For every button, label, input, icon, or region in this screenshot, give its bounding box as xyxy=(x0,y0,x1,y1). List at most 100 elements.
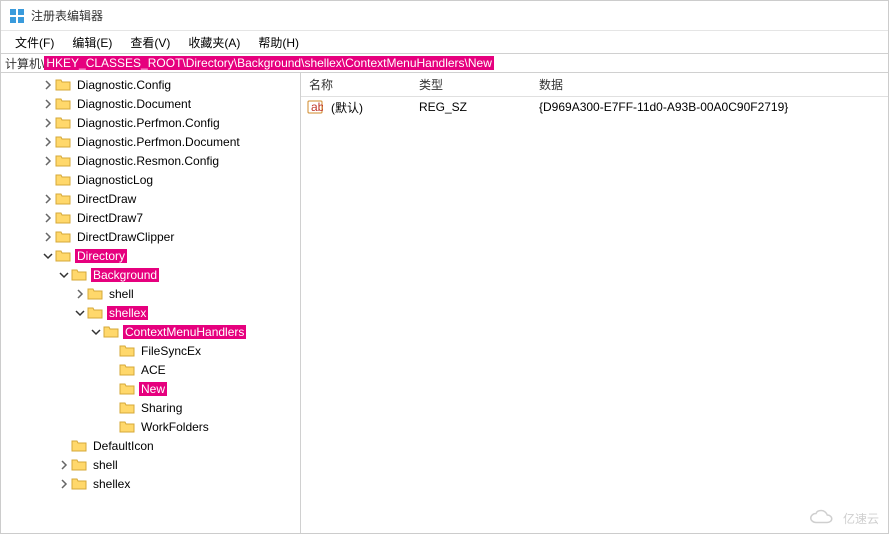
folder-icon xyxy=(55,115,71,131)
tree-node[interactable]: ContextMenuHandlers xyxy=(1,322,300,341)
tree-node-label: Diagnostic.Config xyxy=(75,78,173,92)
folder-icon xyxy=(55,172,71,188)
values-header: 名称 类型 数据 xyxy=(301,73,888,97)
tree-node-label: Diagnostic.Perfmon.Config xyxy=(75,116,222,130)
folder-icon xyxy=(103,324,119,340)
column-name[interactable]: 名称 xyxy=(301,76,411,93)
tree-node-label: shellex xyxy=(107,306,148,320)
tree-node[interactable]: ACE xyxy=(1,360,300,379)
column-type[interactable]: 类型 xyxy=(411,76,531,93)
tree-node-label: Diagnostic.Document xyxy=(75,97,193,111)
chevron-down-icon[interactable] xyxy=(41,251,55,261)
tree-node-label: shell xyxy=(107,287,136,301)
tree-node[interactable]: Background xyxy=(1,265,300,284)
menu-file[interactable]: 文件(F) xyxy=(7,32,62,53)
tree-node[interactable]: shellex xyxy=(1,303,300,322)
menu-favorites[interactable]: 收藏夹(A) xyxy=(180,32,248,53)
tree-node-label: shell xyxy=(91,458,120,472)
chevron-right-icon[interactable] xyxy=(41,213,55,223)
menubar: 文件(F) 编辑(E) 查看(V) 收藏夹(A) 帮助(H) xyxy=(1,31,888,53)
menu-view[interactable]: 查看(V) xyxy=(122,32,178,53)
tree-node[interactable]: Diagnostic.Resmon.Config xyxy=(1,151,300,170)
tree-node-label: WorkFolders xyxy=(139,420,211,434)
tree-node-label: shellex xyxy=(91,477,132,491)
window-title: 注册表编辑器 xyxy=(31,7,103,24)
tree-node[interactable]: Diagnostic.Config xyxy=(1,75,300,94)
folder-icon xyxy=(55,134,71,150)
folder-icon xyxy=(55,210,71,226)
tree-pane[interactable]: Diagnostic.Config Diagnostic.Document Diag… xyxy=(1,73,301,533)
chevron-down-icon[interactable] xyxy=(57,270,71,280)
chevron-right-icon[interactable] xyxy=(57,460,71,470)
chevron-right-icon[interactable] xyxy=(41,118,55,128)
values-body: ab (默认) REG_SZ {D969A300-E7FF-11d0-A93B-… xyxy=(301,97,888,533)
tree-node[interactable]: DiagnosticLog xyxy=(1,170,300,189)
folder-icon xyxy=(55,153,71,169)
value-name: (默认) xyxy=(323,99,411,116)
tree-node[interactable]: DefaultIcon xyxy=(1,436,300,455)
folder-icon xyxy=(71,267,87,283)
tree-node[interactable]: WorkFolders xyxy=(1,417,300,436)
folder-icon xyxy=(119,400,135,416)
tree-node-label: DirectDraw7 xyxy=(75,211,145,225)
folder-icon xyxy=(119,381,135,397)
tree-node[interactable]: New xyxy=(1,379,300,398)
tree-node[interactable]: shell xyxy=(1,284,300,303)
watermark-text: 亿速云 xyxy=(843,510,879,527)
folder-icon xyxy=(55,77,71,93)
chevron-right-icon[interactable] xyxy=(41,156,55,166)
menu-help[interactable]: 帮助(H) xyxy=(250,32,307,53)
registry-editor-window: 注册表编辑器 文件(F) 编辑(E) 查看(V) 收藏夹(A) 帮助(H) 计算… xyxy=(0,0,889,534)
cloud-icon xyxy=(807,508,837,528)
addressbar[interactable]: 计算机\ HKEY_CLASSES_ROOT\Directory\Backgro… xyxy=(1,53,888,73)
tree-node[interactable]: Diagnostic.Document xyxy=(1,94,300,113)
chevron-right-icon[interactable] xyxy=(57,479,71,489)
tree-node[interactable]: Sharing xyxy=(1,398,300,417)
folder-icon xyxy=(71,457,87,473)
tree-node-label: ACE xyxy=(139,363,168,377)
chevron-right-icon[interactable] xyxy=(41,194,55,204)
folder-icon xyxy=(87,305,103,321)
tree-node-label: DirectDraw xyxy=(75,192,138,206)
chevron-right-icon[interactable] xyxy=(73,289,87,299)
folder-icon xyxy=(119,419,135,435)
chevron-right-icon[interactable] xyxy=(41,80,55,90)
chevron-right-icon[interactable] xyxy=(41,232,55,242)
svg-text:ab: ab xyxy=(311,100,323,114)
value-row[interactable]: ab (默认) REG_SZ {D969A300-E7FF-11d0-A93B-… xyxy=(301,97,888,117)
tree-node-label: DefaultIcon xyxy=(91,439,156,453)
tree-node-label: Sharing xyxy=(139,401,184,415)
string-value-icon: ab xyxy=(307,99,323,115)
app-icon xyxy=(9,8,25,24)
chevron-right-icon[interactable] xyxy=(41,137,55,147)
tree-node[interactable]: DirectDraw7 xyxy=(1,208,300,227)
column-data[interactable]: 数据 xyxy=(531,76,888,93)
tree-node-label: DiagnosticLog xyxy=(75,173,155,187)
tree-node[interactable]: Directory xyxy=(1,246,300,265)
tree-node-label: Background xyxy=(91,268,159,282)
chevron-right-icon[interactable] xyxy=(41,99,55,109)
folder-icon xyxy=(119,343,135,359)
tree-node[interactable]: FileSyncEx xyxy=(1,341,300,360)
tree-node-label: FileSyncEx xyxy=(139,344,203,358)
folder-icon xyxy=(119,362,135,378)
watermark: 亿速云 xyxy=(807,508,879,528)
value-data: {D969A300-E7FF-11d0-A93B-00A0C90F2719} xyxy=(531,100,888,114)
tree-node[interactable]: shellex xyxy=(1,474,300,493)
value-type: REG_SZ xyxy=(411,100,531,114)
folder-icon xyxy=(55,96,71,112)
tree-node[interactable]: Diagnostic.Perfmon.Config xyxy=(1,113,300,132)
tree-node[interactable]: DirectDraw xyxy=(1,189,300,208)
folder-icon xyxy=(55,229,71,245)
tree-node[interactable]: Diagnostic.Perfmon.Document xyxy=(1,132,300,151)
folder-icon xyxy=(55,248,71,264)
tree-node[interactable]: shell xyxy=(1,455,300,474)
titlebar: 注册表编辑器 xyxy=(1,1,888,31)
tree-node[interactable]: DirectDrawClipper xyxy=(1,227,300,246)
folder-icon xyxy=(55,191,71,207)
chevron-down-icon[interactable] xyxy=(73,308,87,318)
chevron-down-icon[interactable] xyxy=(89,327,103,337)
tree-node-label: Diagnostic.Perfmon.Document xyxy=(75,135,242,149)
tree-node-label: New xyxy=(139,382,167,396)
menu-edit[interactable]: 编辑(E) xyxy=(64,32,120,53)
